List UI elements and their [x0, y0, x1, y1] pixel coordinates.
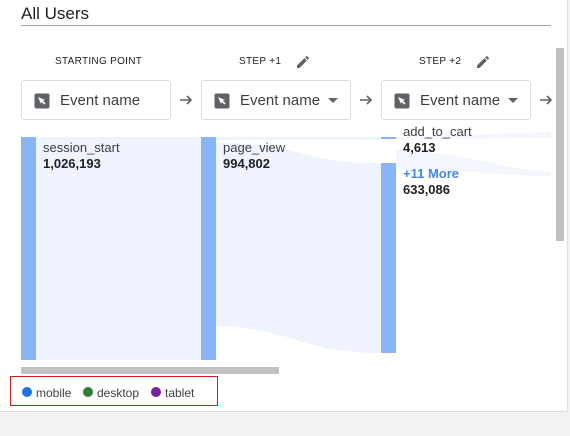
- node-bar-more: [381, 163, 396, 353]
- arrow-right-icon: [360, 95, 373, 105]
- step-label-starting-point: STARTING POINT: [55, 56, 143, 67]
- legend-label-mobile[interactable]: mobile: [36, 386, 71, 400]
- arrow-right-icon: [540, 95, 553, 105]
- step-label-step-1: STEP +1: [239, 56, 282, 67]
- caret-down-icon: [328, 98, 338, 103]
- node-count-session-start: 1,026,193: [43, 156, 101, 171]
- step-label-step-2: STEP +2: [419, 56, 462, 67]
- node-bar-page-view: [201, 137, 216, 360]
- legend-label-tablet[interactable]: tablet: [165, 386, 194, 400]
- cursor-select-icon: [214, 93, 230, 109]
- selector-label: Event name: [420, 92, 501, 109]
- node-name-page-view[interactable]: page_view: [223, 140, 285, 155]
- device-legend: mobile desktop tablet: [10, 376, 218, 406]
- node-name-session-start[interactable]: session_start: [43, 140, 120, 155]
- selector-label: Event name: [240, 92, 321, 109]
- flow-band-step1-to-step2-more: [216, 143, 381, 353]
- node-count-add-to-cart: 4,613: [403, 140, 436, 155]
- user-flow-card: All Users STARTING POINT STEP +1 STEP +2…: [0, 0, 568, 412]
- node-bar-session-start: [21, 137, 36, 360]
- cursor-select-icon: [394, 93, 410, 109]
- legend-label-desktop[interactable]: desktop: [97, 386, 139, 400]
- node-count-more: 633,086: [403, 182, 450, 197]
- legend-dot-mobile: [22, 387, 32, 397]
- legend-dot-desktop: [83, 387, 93, 397]
- caret-down-icon: [508, 98, 518, 103]
- node-count-page-view: 994,802: [223, 156, 270, 171]
- cursor-select-icon: [34, 93, 50, 109]
- node-bar-add-to-cart: [381, 137, 396, 139]
- step-1-dimension-dropdown[interactable]: Event name: [201, 80, 351, 120]
- horizontal-scrollbar[interactable]: [21, 367, 279, 374]
- pencil-icon[interactable]: [295, 54, 311, 70]
- node-name-add-to-cart[interactable]: add_to_cart: [403, 124, 472, 139]
- selector-label: Event name: [60, 92, 141, 109]
- vertical-scrollbar[interactable]: [556, 48, 564, 241]
- step-2-dimension-dropdown[interactable]: Event name: [381, 80, 531, 120]
- pencil-icon[interactable]: [475, 54, 491, 70]
- more-nodes-link[interactable]: +11 More: [403, 166, 459, 181]
- legend-dot-tablet: [151, 387, 161, 397]
- starting-point-dimension-selector[interactable]: Event name: [21, 80, 171, 120]
- arrow-right-icon: [180, 95, 193, 105]
